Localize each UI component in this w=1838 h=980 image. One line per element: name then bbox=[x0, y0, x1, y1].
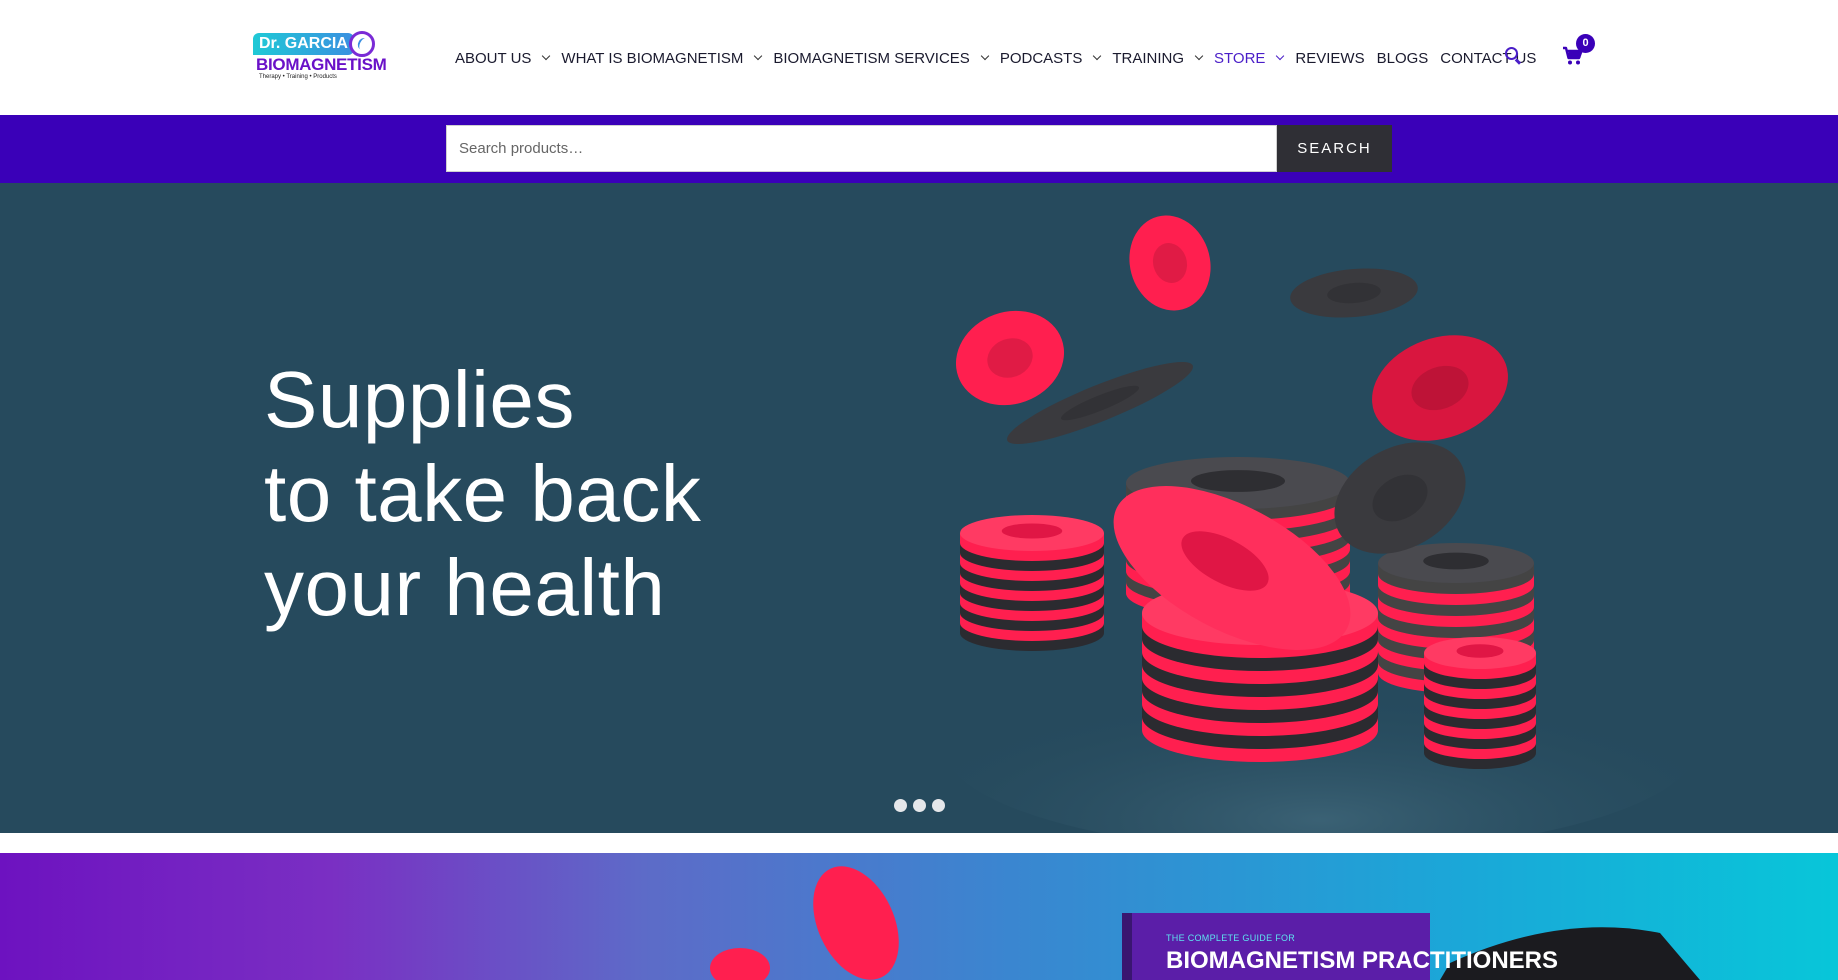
nav-item-podcasts[interactable]: PODCASTS bbox=[999, 49, 1102, 67]
book-subtitle: THE COMPLETE GUIDE FOR bbox=[1166, 933, 1296, 943]
logo-line-2: BIOMAGNETISM bbox=[256, 55, 387, 74]
nav-item-training[interactable]: TRAINING bbox=[1112, 49, 1204, 67]
nav-item-biomagnetism-services[interactable]: BIOMAGNETISM SERVICES bbox=[773, 49, 990, 67]
chevron-down-icon bbox=[1194, 51, 1204, 61]
slider-dot-2[interactable] bbox=[913, 799, 926, 812]
slider-dot-1[interactable] bbox=[894, 799, 907, 812]
nav-item-blogs[interactable]: BLOGS bbox=[1377, 50, 1429, 67]
promo-banner: THE COMPLETE GUIDE FOR BIOMAGNETISM PRAC… bbox=[0, 853, 1838, 980]
chevron-down-icon bbox=[542, 51, 551, 61]
nav-label: TRAINING bbox=[1112, 49, 1184, 67]
guide-book-image: THE COMPLETE GUIDE FOR BIOMAGNETISM PRAC… bbox=[1122, 913, 1558, 980]
nav-label: STORE bbox=[1214, 49, 1266, 67]
slider-dot-3[interactable] bbox=[932, 799, 945, 812]
chevron-down-icon bbox=[1093, 51, 1102, 61]
hero-title-line-1: Supplies bbox=[264, 355, 575, 444]
nav-label: REVIEWS bbox=[1295, 49, 1365, 67]
nav-label: BIOMAGNETISM SERVICES bbox=[773, 49, 970, 67]
chevron-down-icon bbox=[754, 51, 763, 61]
nav-label: WHAT IS BIOMAGNETISM bbox=[561, 49, 744, 67]
nav-label: PODCASTS bbox=[999, 49, 1083, 67]
book-title: BIOMAGNETISM PRACTITIONERS bbox=[1166, 947, 1559, 974]
hero-slider: Supplies to take back your health bbox=[0, 183, 1838, 833]
main-nav: ABOUT US WHAT IS BIOMAGNETISM BIOMAGNETI… bbox=[455, 48, 1548, 68]
nav-item-reviews[interactable]: REVIEWS bbox=[1295, 50, 1364, 67]
logo-line-1: Dr. GARCIA bbox=[253, 33, 354, 55]
chevron-down-icon bbox=[1276, 51, 1285, 61]
search-icon[interactable] bbox=[1504, 46, 1524, 66]
site-header: Dr. GARCIA BIOMAGNETISM Therapy • Traini… bbox=[0, 0, 1838, 115]
search-button[interactable]: SEARCH bbox=[1277, 125, 1392, 172]
chevron-down-icon bbox=[980, 51, 990, 61]
magnets-illustration bbox=[940, 215, 1700, 833]
logo-tagline: Therapy • Training • Products bbox=[259, 74, 337, 80]
cart-count-badge: 0 bbox=[1576, 34, 1595, 53]
section-divider bbox=[0, 833, 1838, 853]
product-search-input[interactable] bbox=[446, 125, 1277, 172]
slider-dots bbox=[894, 799, 945, 812]
nav-label: BLOGS bbox=[1376, 49, 1429, 67]
logo-magnet-icon bbox=[349, 31, 375, 57]
hero-title: Supplies to take back your health bbox=[264, 353, 701, 635]
nav-item-what-is-biomagnetism[interactable]: WHAT IS BIOMAGNETISM bbox=[561, 49, 763, 67]
hero-title-line-3: your health bbox=[264, 543, 666, 632]
product-search-bar: SEARCH bbox=[0, 115, 1838, 183]
nav-item-about-us[interactable]: ABOUT US bbox=[455, 49, 551, 67]
nav-label: ABOUT US bbox=[455, 49, 532, 67]
promo-magnets-illustration bbox=[710, 866, 1700, 980]
site-logo[interactable]: Dr. GARCIA BIOMAGNETISM Therapy • Traini… bbox=[253, 31, 391, 83]
hero-title-line-2: to take back bbox=[264, 449, 702, 538]
nav-item-store[interactable]: STORE bbox=[1214, 49, 1285, 67]
